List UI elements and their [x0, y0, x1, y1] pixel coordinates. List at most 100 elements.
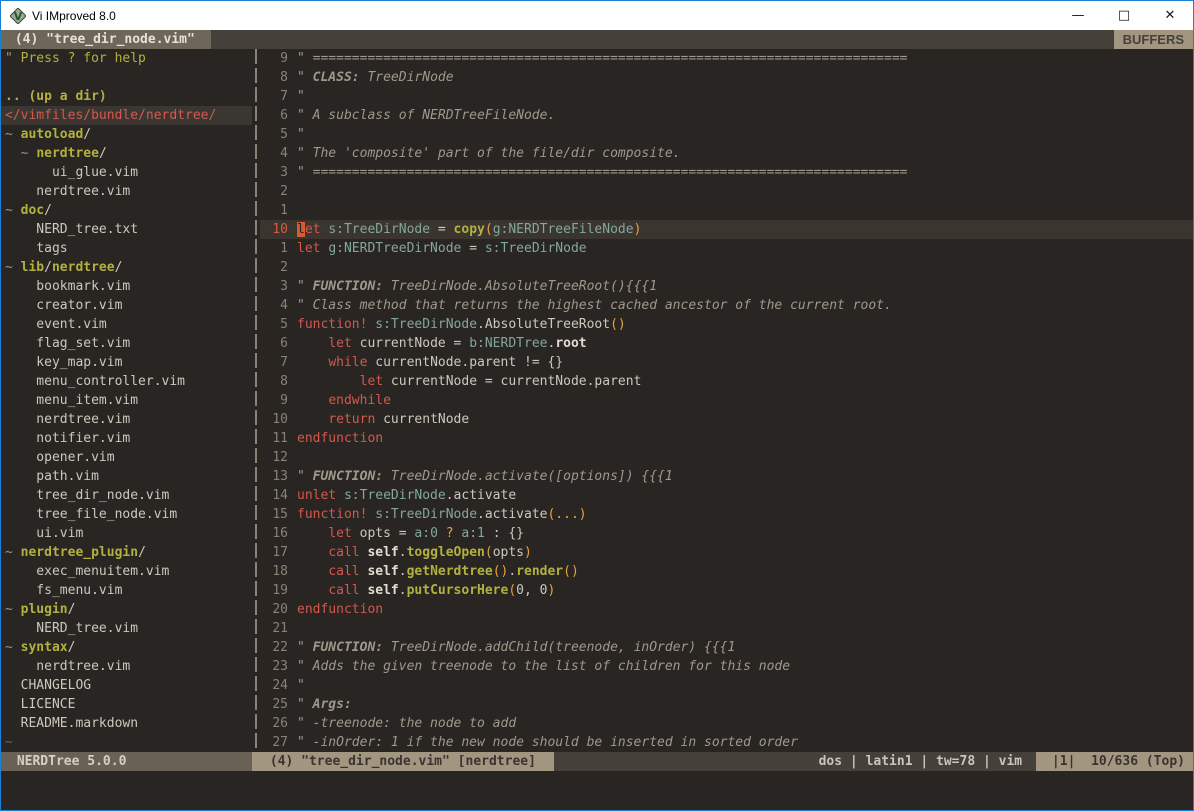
code-line[interactable]: 16 let opts = a:0 ? a:1 : {} — [260, 524, 1193, 543]
nerdtree-item[interactable]: bookmark.vim — [1, 277, 252, 296]
nerdtree-item[interactable]: .. (up a dir) — [1, 87, 252, 106]
code-line[interactable]: 9" =====================================… — [260, 49, 1193, 68]
line-number: 18 — [260, 562, 288, 581]
syntax-segment: / — [68, 640, 76, 655]
line-text: let currentNode = currentNode.parent — [297, 372, 641, 391]
code-line[interactable]: 7 while currentNode.parent != {} — [260, 353, 1193, 372]
syntax-segment: ~ — [5, 640, 21, 655]
syntax-segment: / — [44, 203, 52, 218]
code-line[interactable]: 6" A subclass of NERDTreeFileNode. — [260, 106, 1193, 125]
code-line[interactable]: 8" CLASS: TreeDirNode — [260, 68, 1193, 87]
nerdtree-item[interactable]: ~ nerdtree_plugin/ — [1, 543, 252, 562]
code-line[interactable]: 15function! s:TreeDirNode.activate(...) — [260, 505, 1193, 524]
nerdtree-item[interactable]: ui_glue.vim — [1, 163, 252, 182]
nerdtree-item[interactable]: nerdtree.vim — [1, 182, 252, 201]
window-split-separator[interactable] — [252, 49, 260, 752]
minimize-button[interactable]: — — [1055, 1, 1101, 30]
line-text: let currentNode = b:NERDTree.root — [297, 334, 587, 353]
line-number: 24 — [260, 676, 288, 695]
code-line[interactable]: 21 — [260, 619, 1193, 638]
nerdtree-item[interactable]: key_map.vim — [1, 353, 252, 372]
code-line[interactable]: 9 endwhile — [260, 391, 1193, 410]
nerdtree-item[interactable]: nerdtree.vim — [1, 657, 252, 676]
syntax-segment: doc — [21, 203, 44, 218]
code-line[interactable]: 26" -treenode: the node to add — [260, 714, 1193, 733]
code-line[interactable]: 23" Adds the given treenode to the list … — [260, 657, 1193, 676]
code-line[interactable]: 17 call self.toggleOpen(opts) — [260, 543, 1193, 562]
nerdtree-item[interactable] — [1, 68, 252, 87]
nerdtree-item[interactable]: CHANGELOG — [1, 676, 252, 695]
nerdtree-item[interactable]: NERD_tree.vim — [1, 619, 252, 638]
code-line[interactable]: 20endfunction — [260, 600, 1193, 619]
nerdtree-item[interactable]: tree_dir_node.vim — [1, 486, 252, 505]
code-line[interactable]: 11endfunction — [260, 429, 1193, 448]
code-line[interactable]: 13" FUNCTION: TreeDirNode.activate([opti… — [260, 467, 1193, 486]
code-line[interactable]: 22" FUNCTION: TreeDirNode.addChild(treen… — [260, 638, 1193, 657]
code-line[interactable]: 1let g:NERDTreeDirNode = s:TreeDirNode — [260, 239, 1193, 258]
nerdtree-item[interactable]: creator.vim — [1, 296, 252, 315]
code-line[interactable]: 24" — [260, 676, 1193, 695]
nerdtree-item[interactable]: " Press ? for help — [1, 49, 252, 68]
code-line[interactable]: 19 call self.putCursorHere(0, 0) — [260, 581, 1193, 600]
nerdtree-item[interactable]: tree_file_node.vim — [1, 505, 252, 524]
code-line[interactable]: 5function! s:TreeDirNode.AbsoluteTreeRoo… — [260, 315, 1193, 334]
code-line[interactable]: 6 let currentNode = b:NERDTree.root — [260, 334, 1193, 353]
line-number: 19 — [260, 581, 288, 600]
syntax-segment: : {} — [485, 526, 524, 541]
code-line[interactable]: 27" -inOrder: 1 if the new node should b… — [260, 733, 1193, 752]
close-button[interactable]: ✕ — [1147, 1, 1193, 30]
syntax-segment — [297, 526, 328, 541]
nerdtree-item[interactable]: ~ nerdtree/ — [1, 144, 252, 163]
code-line[interactable]: 14unlet s:TreeDirNode.activate — [260, 486, 1193, 505]
nerdtree-item[interactable]: flag_set.vim — [1, 334, 252, 353]
nerdtree-item[interactable]: opener.vim — [1, 448, 252, 467]
line-text: call self.toggleOpen(opts) — [297, 543, 532, 562]
syntax-segment: ) — [524, 545, 532, 560]
nerdtree-item[interactable]: ~ syntax/ — [1, 638, 252, 657]
code-line[interactable]: 18 call self.getNerdtree().render() — [260, 562, 1193, 581]
code-line-current[interactable]: 10let s:TreeDirNode = copy(g:NERDTreeFil… — [260, 220, 1193, 239]
syntax-segment: " ======================================… — [297, 165, 907, 180]
nerdtree-item[interactable]: ~ — [1, 733, 252, 752]
vim-window: V Vi IMproved 8.0 — □ ✕ (4) "tree_dir_no… — [0, 0, 1194, 811]
nerdtree-item[interactable]: LICENCE — [1, 695, 252, 714]
code-line[interactable]: 3" FUNCTION: TreeDirNode.AbsoluteTreeRoo… — [260, 277, 1193, 296]
command-line[interactable] — [1, 771, 1193, 810]
maximize-button[interactable]: □ — [1101, 1, 1147, 30]
line-text: " — [297, 87, 305, 106]
syntax-segment: g:NERDTreeFileNode — [493, 222, 634, 237]
nerdtree-item[interactable]: fs_menu.vim — [1, 581, 252, 600]
nerdtree-item[interactable]: menu_item.vim — [1, 391, 252, 410]
code-line[interactable]: 7" — [260, 87, 1193, 106]
nerdtree-item[interactable]: NERD_tree.txt — [1, 220, 252, 239]
code-line[interactable]: 12 — [260, 448, 1193, 467]
code-line[interactable]: 25" Args: — [260, 695, 1193, 714]
code-line[interactable]: 2 — [260, 258, 1193, 277]
nerdtree-item[interactable]: tags — [1, 239, 252, 258]
syntax-segment: currentNode.parent != {} — [367, 355, 563, 370]
tab-tree-dir-node[interactable]: (4) "tree_dir_node.vim" — [1, 30, 211, 49]
syntax-segment — [297, 393, 328, 408]
code-line[interactable]: 1 — [260, 201, 1193, 220]
nerdtree-item[interactable]: exec_menuitem.vim — [1, 562, 252, 581]
nerdtree-item[interactable]: notifier.vim — [1, 429, 252, 448]
nerdtree-item[interactable]: README.markdown — [1, 714, 252, 733]
code-line[interactable]: 8 let currentNode = currentNode.parent — [260, 372, 1193, 391]
code-line[interactable]: 2 — [260, 182, 1193, 201]
nerdtree-item[interactable]: ~ autoload/ — [1, 125, 252, 144]
nerdtree-item[interactable]: menu_controller.vim — [1, 372, 252, 391]
nerdtree-root-item[interactable]: </vimfiles/bundle/nerdtree/ — [1, 106, 252, 125]
nerdtree-item[interactable]: ~ doc/ — [1, 201, 252, 220]
nerdtree-item[interactable]: nerdtree.vim — [1, 410, 252, 429]
line-number: 22 — [260, 638, 288, 657]
code-line[interactable]: 4" The 'composite' part of the file/dir … — [260, 144, 1193, 163]
code-line[interactable]: 10 return currentNode — [260, 410, 1193, 429]
nerdtree-item[interactable]: event.vim — [1, 315, 252, 334]
code-line[interactable]: 3" =====================================… — [260, 163, 1193, 182]
nerdtree-item[interactable]: ~ lib/nerdtree/ — [1, 258, 252, 277]
code-line[interactable]: 4" Class method that returns the highest… — [260, 296, 1193, 315]
nerdtree-item[interactable]: path.vim — [1, 467, 252, 486]
nerdtree-item[interactable]: ~ plugin/ — [1, 600, 252, 619]
code-line[interactable]: 5" — [260, 125, 1193, 144]
nerdtree-item[interactable]: ui.vim — [1, 524, 252, 543]
